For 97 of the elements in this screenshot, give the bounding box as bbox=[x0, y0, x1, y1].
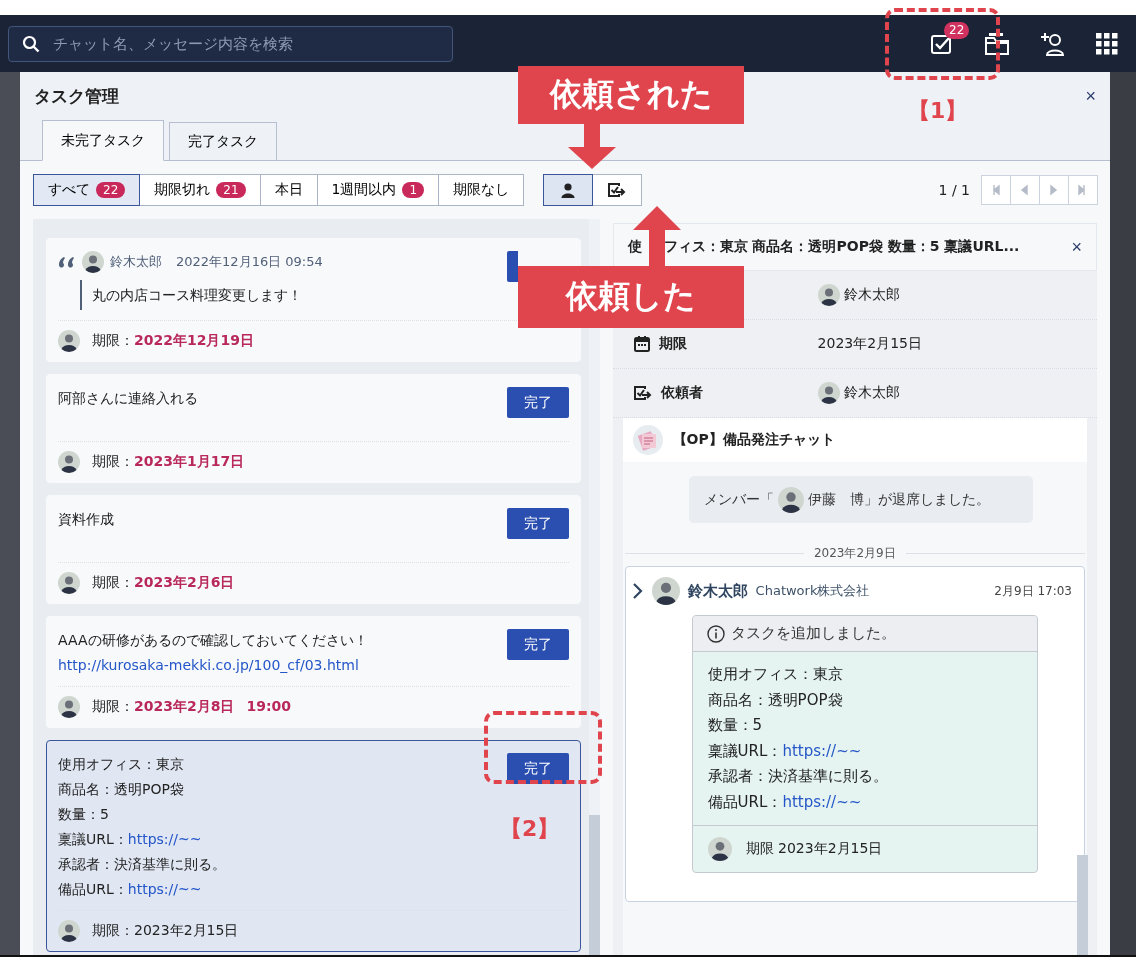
task-detail-title: フィス：東京 商品名：透明POP袋 数量：5 稟議URL... bbox=[663, 238, 1020, 256]
due-date: 期限：2023年1月17日 bbox=[92, 453, 245, 471]
url-link[interactable]: https://~~ bbox=[782, 792, 862, 811]
task-line: 丸の内店コース料理変更します！ bbox=[92, 286, 303, 305]
due-date: 期限：2023年2月8日 19:00 bbox=[92, 698, 292, 716]
task-line: AAAの研修があるので確認しておいてください！ bbox=[58, 631, 369, 650]
person-icon bbox=[560, 182, 577, 198]
avatar-icon bbox=[707, 837, 732, 861]
author-organization: Chatwork株式会社 bbox=[755, 582, 870, 600]
task-line: 使用オフィス：東京 bbox=[58, 755, 185, 774]
task-line: 使用オフィス：東京 bbox=[707, 664, 844, 685]
task-card[interactable]: AAAの研修があるので確認しておいてください！ http://kurosaka-mekki.co.jp/100_cf/03.html 完了 期限：2023年2月8日 19:00 bbox=[46, 616, 581, 728]
annotation-marker: 【1】 bbox=[908, 97, 968, 125]
task-line: 数量：5 bbox=[707, 715, 764, 736]
filter-button[interactable]: すべて 22 bbox=[33, 174, 141, 206]
close-button[interactable]: × bbox=[1085, 85, 1096, 107]
search-icon bbox=[22, 34, 40, 53]
avatar-icon bbox=[58, 451, 80, 473]
url-link[interactable]: http://kurosaka-mekki.co.jp/100_cf/03.html bbox=[58, 657, 359, 673]
complete-button[interactable]: 完了 bbox=[507, 629, 569, 660]
tab[interactable]: 完了タスク bbox=[169, 122, 277, 161]
task-line: 資料作成 bbox=[58, 510, 115, 529]
message-time: 2月9日 17:03 bbox=[994, 582, 1072, 600]
author-name: 鈴木太郎 bbox=[687, 581, 748, 601]
dialog-title: タスク管理 bbox=[34, 84, 119, 108]
url-link[interactable]: https://~~ bbox=[127, 831, 202, 847]
quote-timestamp: 2022年12月16日 09:54 bbox=[176, 253, 323, 271]
avatar-icon bbox=[58, 920, 80, 942]
task-card[interactable]: 資料作成 完了 期限：2023年2月6日 bbox=[46, 495, 581, 604]
tab[interactable]: 未完了タスク bbox=[42, 120, 164, 161]
due-date: 期限：2022年12月19日 bbox=[92, 332, 254, 350]
task-line: 承認者：決済基準に則る。 bbox=[707, 766, 889, 787]
assigned-to-me-button[interactable] bbox=[543, 174, 594, 206]
task-count-badge: 22 bbox=[944, 21, 970, 39]
room-name: 【OP】備品発注チャット bbox=[672, 431, 835, 449]
task-line: 備品URL：https://~~ bbox=[58, 880, 203, 899]
avatar-icon bbox=[817, 382, 840, 404]
avatar-icon bbox=[82, 251, 104, 273]
requested-by-me-button[interactable] bbox=[592, 174, 643, 206]
app-grid-icon[interactable] bbox=[1096, 32, 1118, 55]
quote-icon bbox=[58, 256, 76, 268]
chevron-right-icon[interactable] bbox=[631, 582, 644, 600]
detail-value: 鈴木太郎 bbox=[843, 286, 900, 304]
avatar-icon bbox=[777, 487, 804, 513]
folder-icon[interactable] bbox=[984, 31, 1010, 56]
scrollbar-thumb[interactable] bbox=[1077, 855, 1088, 955]
callout-arrow bbox=[568, 123, 616, 169]
avatar-icon bbox=[817, 284, 840, 306]
complete-button[interactable]: 完了 bbox=[507, 387, 569, 418]
filter-button[interactable]: 期限切れ 21 bbox=[139, 174, 261, 206]
url-link[interactable]: https://~~ bbox=[782, 741, 862, 760]
detail-value: 鈴木太郎 bbox=[843, 384, 900, 402]
first-page-icon bbox=[990, 184, 1002, 196]
previous-page-icon bbox=[1019, 184, 1031, 196]
task-line: 数量：5 bbox=[58, 805, 110, 824]
task-line: 承認者：決済基準に則る。 bbox=[58, 855, 227, 874]
filter-button[interactable]: 期限なし bbox=[438, 174, 525, 206]
task-line: 備品URL：https://~~ bbox=[707, 791, 863, 813]
detail-label: 依頼者 bbox=[660, 384, 703, 402]
date-divider: 2023年2月9日 bbox=[813, 545, 896, 562]
due-date: 期限 2023年2月15日 bbox=[745, 840, 883, 858]
add-contact-icon[interactable] bbox=[1040, 30, 1066, 57]
complete-button[interactable]: 完了 bbox=[507, 753, 569, 784]
avatar-icon bbox=[58, 330, 80, 352]
avatar-icon bbox=[58, 696, 80, 718]
due-date: 期限：2023年2月15日 bbox=[92, 922, 239, 940]
scrollbar-thumb[interactable] bbox=[588, 815, 600, 955]
callout-label: 依頼された bbox=[518, 66, 744, 124]
avatar-icon bbox=[58, 572, 80, 594]
task-send-icon bbox=[607, 182, 628, 198]
close-button[interactable]: × bbox=[1071, 236, 1082, 258]
room-icon bbox=[632, 425, 663, 455]
task-line: 阿部さんに連絡入れる bbox=[58, 389, 199, 408]
detail-value: 2023年2月15日 bbox=[817, 335, 922, 353]
task-send-icon bbox=[632, 385, 653, 401]
task-line: 稟議URL：https://~~ bbox=[707, 740, 863, 762]
info-icon bbox=[706, 624, 725, 643]
task-box-header: タスクを追加しました。 bbox=[730, 624, 896, 643]
search-field[interactable]: チャット名、メッセージ内容を検索 bbox=[8, 25, 453, 62]
task-line: 商品名：透明POP袋 bbox=[707, 689, 844, 711]
system-message: メンバー「 伊藤 博」が退席しました。 bbox=[688, 476, 1033, 523]
calendar-icon bbox=[632, 335, 651, 353]
url-link[interactable]: https://~~ bbox=[127, 881, 202, 897]
task-card[interactable]: 阿部さんに連絡入れる 完了 期限：2023年1月17日 bbox=[46, 374, 581, 483]
due-date: 期限：2023年2月6日 bbox=[92, 574, 235, 592]
task-line: 稟議URL：https://~~ bbox=[58, 830, 203, 849]
task-line: 商品名：透明POP袋 bbox=[58, 780, 185, 799]
filter-button[interactable]: 1週間以内 1 bbox=[316, 174, 440, 206]
page-indicator: 1 / 1 bbox=[938, 182, 970, 198]
callout-label: 依頼した bbox=[518, 266, 744, 328]
complete-button[interactable]: 完了 bbox=[507, 508, 569, 539]
detail-label: 期限 bbox=[658, 335, 687, 353]
task-detail-title: 使 bbox=[627, 238, 642, 256]
avatar-icon bbox=[651, 577, 680, 605]
quote-author: 鈴木太郎 bbox=[110, 253, 162, 271]
annotation-marker: 【2】 bbox=[500, 815, 560, 843]
filter-button[interactable]: 本日 bbox=[259, 174, 318, 206]
